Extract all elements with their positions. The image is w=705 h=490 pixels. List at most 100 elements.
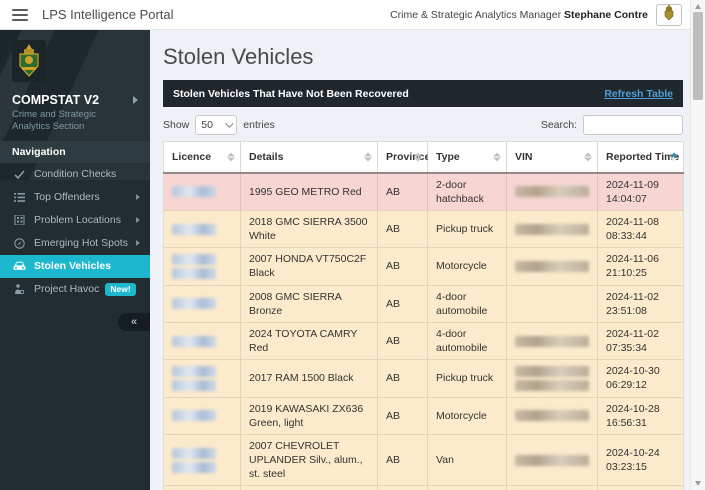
reported-date: 2024-11-08: [606, 215, 675, 229]
redacted-licence: [172, 254, 216, 265]
licence-cell: [164, 285, 241, 322]
reported-time-cell: 2024-11-09 14:04:07: [598, 173, 684, 211]
redacted-licence: [172, 268, 216, 279]
table-row[interactable]: 2024 TOYOTA CAMRY Red AB 4-door automobi…: [164, 322, 684, 359]
province-cell: AB: [378, 248, 428, 285]
table-row[interactable]: 2000 GMC YUKON Black AB Hist - SUV 2024-…: [164, 486, 684, 490]
sidebar-item-top-offenders[interactable]: Top Offenders: [0, 186, 150, 209]
sidebar-item-condition-checks[interactable]: Condition Checks: [0, 163, 150, 186]
vertical-scrollbar[interactable]: [690, 0, 705, 490]
table-row[interactable]: 2007 CHEVROLET UPLANDER Silv., alum., st…: [164, 434, 684, 486]
reported-date: 2024-10-24: [606, 446, 675, 460]
licence-cell: [164, 248, 241, 285]
column-header-licence[interactable]: Licence: [164, 142, 241, 173]
reported-time: 14:04:07: [606, 192, 675, 206]
scroll-up-icon[interactable]: [695, 4, 701, 9]
person-icon: [12, 284, 26, 295]
sort-icon: [414, 152, 422, 161]
redacted-vin: [515, 336, 589, 347]
reported-time: 21:10:25: [606, 266, 675, 280]
search-input[interactable]: [583, 115, 683, 135]
details-cell: 2024 TOYOTA CAMRY Red: [241, 322, 378, 359]
table-controls: Show 50 entries Search:: [163, 115, 683, 135]
show-label: Show: [163, 119, 189, 131]
sidebar: COMPSTAT V2 Crime and Strategic Analytic…: [0, 30, 150, 490]
details-cell: 2008 GMC SIERRA Bronze: [241, 285, 378, 322]
sort-icon: [493, 152, 501, 161]
reported-time: 07:35:34: [606, 341, 675, 355]
table-row[interactable]: 1995 GEO METRO Red AB 2-door hatchback 2…: [164, 173, 684, 211]
redacted-licence: [172, 462, 216, 473]
reported-time-cell: 2024-11-02 07:35:34: [598, 322, 684, 359]
nav-label: Top Offenders: [34, 191, 100, 203]
redacted-licence: [172, 410, 216, 421]
table-row[interactable]: 2007 HONDA VT750C2F Black AB Motorcycle …: [164, 248, 684, 285]
province-cell: AB: [378, 210, 428, 247]
column-header-province[interactable]: Province: [378, 142, 428, 173]
new-badge: New!: [105, 283, 135, 296]
menu-icon[interactable]: [12, 9, 28, 21]
sidebar-item-project-havoc[interactable]: Project Havoc New!: [0, 278, 150, 301]
nav-label: Emerging Hot Spots: [34, 237, 128, 249]
sidebar-item-stolen-vehicles[interactable]: Stolen Vehicles: [0, 255, 150, 278]
vin-cell: [507, 285, 598, 322]
reported-date: 2024-11-09: [606, 178, 675, 192]
sort-icon-active: [670, 152, 678, 161]
nav-label: Condition Checks: [34, 168, 116, 180]
scrollbar-thumb[interactable]: [693, 12, 703, 100]
app-title: LPS Intelligence Portal: [42, 7, 174, 22]
entries-label: entries: [243, 119, 275, 131]
column-header-details[interactable]: Details: [241, 142, 378, 173]
brand-crest-icon: [12, 40, 138, 87]
table-row[interactable]: 2019 KAWASAKI ZX636 Green, light AB Moto…: [164, 397, 684, 434]
type-cell: Hist - SUV: [428, 486, 507, 490]
licence-cell: [164, 360, 241, 397]
vin-cell: [507, 248, 598, 285]
type-cell: Pickup truck: [428, 360, 507, 397]
app-window: LPS Intelligence Portal Crime & Strategi…: [0, 0, 705, 490]
type-cell: 2-door hatchback: [428, 173, 507, 211]
reported-time: 08:33:44: [606, 229, 675, 243]
chevron-right-icon: [136, 240, 140, 246]
type-cell: 4-door automobile: [428, 285, 507, 322]
scroll-down-icon[interactable]: [695, 481, 701, 486]
refresh-table-link[interactable]: Refresh Table: [604, 88, 673, 100]
reported-time-cell: 2024-10-24 03:23:15: [598, 434, 684, 486]
sort-icon: [227, 152, 235, 161]
redacted-licence: [172, 366, 216, 377]
province-cell: AB: [378, 434, 428, 486]
table-row[interactable]: 2008 GMC SIERRA Bronze AB 4-door automob…: [164, 285, 684, 322]
table-row[interactable]: 2017 RAM 1500 Black AB Pickup truck 2024…: [164, 360, 684, 397]
nav-label: Project Havoc: [34, 283, 99, 295]
page-size-select[interactable]: 50: [195, 115, 237, 135]
user-crest-button[interactable]: [656, 4, 682, 26]
table-header-row: Licence Details Province Type VIN Report…: [164, 142, 684, 173]
brand-subtitle: Crime and Strategic Analytics Section: [12, 109, 130, 133]
building-icon: [12, 215, 26, 225]
sidebar-item-problem-locations[interactable]: Problem Locations: [0, 209, 150, 232]
chevron-right-icon: [136, 194, 140, 200]
type-cell: Van: [428, 434, 507, 486]
table-row[interactable]: 2018 GMC SIERRA 3500 White AB Pickup tru…: [164, 210, 684, 247]
nav-list: Condition Checks Top Offenders Proble: [0, 163, 150, 301]
column-header-reported-time[interactable]: Reported Time: [598, 142, 684, 173]
province-cell: AB: [378, 173, 428, 211]
redacted-vin: [515, 186, 589, 197]
brand-title[interactable]: COMPSTAT V2: [12, 93, 99, 107]
vin-cell: [507, 397, 598, 434]
licence-cell: [164, 210, 241, 247]
nav-label: Stolen Vehicles: [34, 260, 111, 272]
reported-time-cell: 2024-11-06 21:10:25: [598, 248, 684, 285]
sidebar-item-emerging-hot-spots[interactable]: Emerging Hot Spots: [0, 232, 150, 255]
licence-cell: [164, 434, 241, 486]
column-header-type[interactable]: Type: [428, 142, 507, 173]
panel-header: Stolen Vehicles That Have Not Been Recov…: [163, 80, 683, 107]
vin-cell: [507, 322, 598, 359]
type-cell: Pickup truck: [428, 210, 507, 247]
province-cell: AB: [378, 285, 428, 322]
vin-cell: [507, 434, 598, 486]
column-header-vin[interactable]: VIN: [507, 142, 598, 173]
details-cell: 2000 GMC YUKON Black: [241, 486, 378, 490]
sidebar-collapse-button[interactable]: «: [118, 313, 150, 331]
redacted-vin: [515, 366, 589, 377]
